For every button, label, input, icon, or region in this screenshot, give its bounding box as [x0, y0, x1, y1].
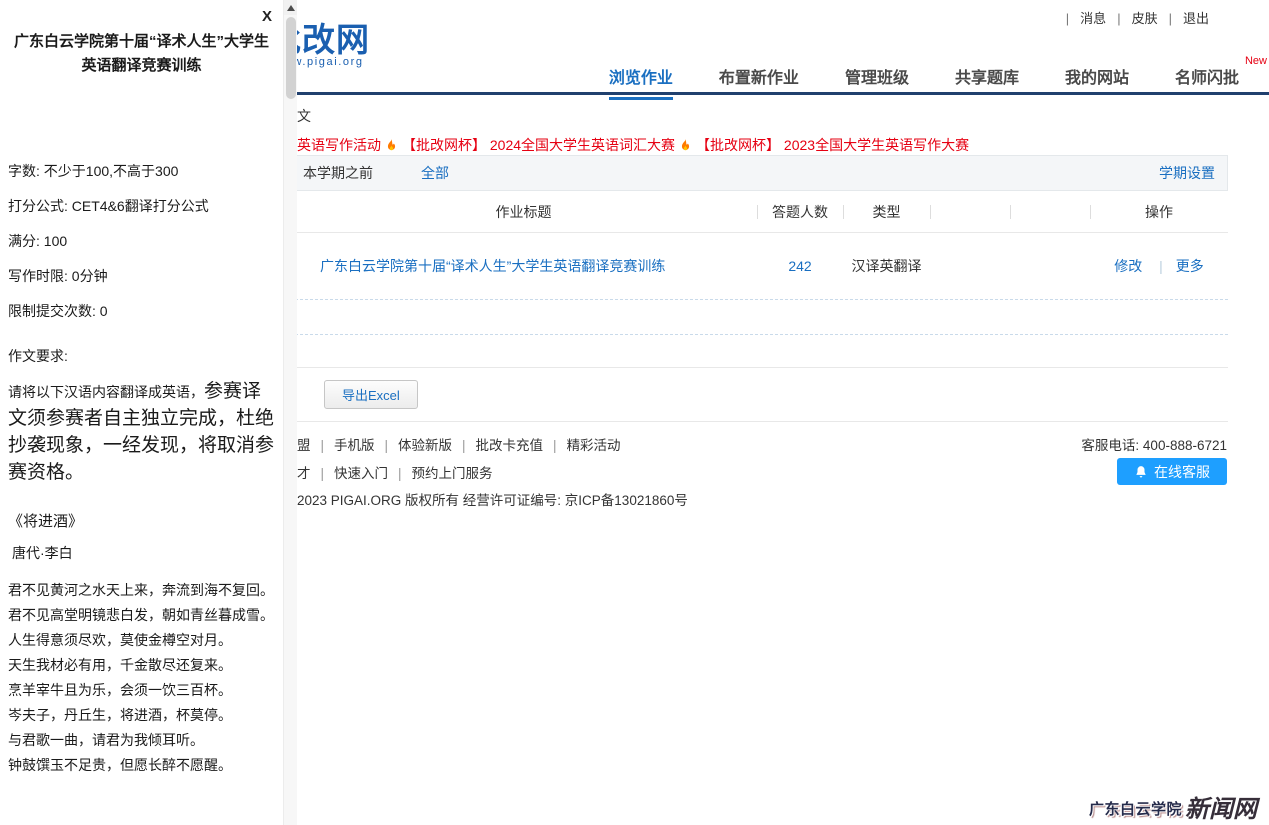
announcement-writing-activity[interactable]: 英语写作活动 [297, 135, 381, 155]
assignment-detail-overlay: X 广东白云学院第十届“译术人生”大学生英语翻译竞赛训练 字数: 不少于100,… [0, 0, 283, 825]
service-phone: 客服电话: 400-888-6721 [1081, 434, 1227, 454]
footer-links-row-1: 盟 手机版 体验新版 批改卡充值 精彩活动 [297, 434, 621, 454]
nav-teacher-flash-grading-label: 名师闪批 [1175, 70, 1239, 87]
header-assignment-title: 作业标题 [290, 191, 757, 232]
poem-line: 钟鼓馔玉不足贵，但愿长醉不愿醒。 [8, 754, 275, 777]
poem-body: 君不见黄河之水天上来，奔流到海不复回。 君不见高堂明镜悲白发，朝如青丝暮成雪。 … [8, 579, 275, 777]
poem-line: 岑夫子，丹丘生，将进酒，杯莫停。 [8, 704, 275, 727]
poem-line: 烹羊宰牛且为乐，会须一饮三百杯。 [8, 679, 275, 702]
flame-icon [679, 138, 692, 153]
footer-link-quick-start[interactable]: 快速入门 [311, 462, 389, 482]
announcement-bar: 英语写作活动 【批改网杯】 2024全国大学生英语词汇大赛 【批改网杯】 202… [297, 135, 969, 155]
poem-line: 天生我材必有用，千金散尽还复来。 [8, 654, 275, 677]
header-empty-2 [1010, 191, 1090, 232]
logout-link[interactable]: 退出 [1158, 8, 1209, 27]
assignment-list-panel: 本学期之前 全部 学期设置 作业标题 答题人数 类型 操作 广东白云学院第十届“… [290, 155, 1228, 422]
meta-time-limit: 写作时限: 0分钟 [8, 267, 275, 286]
edit-link[interactable]: 修改 [1114, 258, 1142, 274]
tab-all[interactable]: 全部 [421, 163, 449, 183]
requirement-normal-text: 请将以下汉语内容翻译成英语， [8, 384, 204, 400]
scroll-up-icon [287, 5, 295, 11]
assignment-type: 汉译英翻译 [843, 256, 930, 276]
header-type: 类型 [843, 191, 930, 232]
overlay-scrollbar[interactable] [283, 0, 297, 825]
online-service-button[interactable]: 在线客服 [1117, 458, 1227, 485]
scrollbar-thumb[interactable] [286, 17, 296, 99]
poem-line: 君不见高堂明镜悲白发，朝如青丝暮成雪。 [8, 604, 275, 627]
overlay-assignment-title: 广东白云学院第十届“译术人生”大学生英语翻译竞赛训练 [8, 30, 275, 78]
export-section: 导出Excel [290, 368, 1228, 422]
scroll-up-button[interactable] [284, 0, 297, 15]
assignment-title-link[interactable]: 广东白云学院第十届“译术人生”大学生英语翻译竞赛训练 [290, 256, 757, 276]
messages-link[interactable]: 消息 [1055, 8, 1106, 27]
table-header-row: 作业标题 答题人数 类型 操作 [290, 191, 1228, 233]
poem-author: 唐代·李白 [8, 544, 275, 563]
semester-settings-link[interactable]: 学期设置 [1159, 163, 1215, 183]
respondent-count-link[interactable]: 242 [757, 258, 843, 274]
semester-filter-bar: 本学期之前 全部 学期设置 [290, 155, 1228, 191]
header-respondents: 答题人数 [757, 191, 843, 232]
requirement-label: 作文要求: [8, 347, 275, 366]
announcement-vocab-contest-2024[interactable]: 【批改网杯】 2024全国大学生英语词汇大赛 [402, 135, 675, 155]
table-bottom-spacer [290, 335, 1228, 368]
poem-line: 君不见黄河之水天上来，奔流到海不复回。 [8, 579, 275, 602]
footer-link-mobile[interactable]: 手机版 [311, 434, 375, 454]
online-service-label: 在线客服 [1154, 462, 1210, 482]
watermark-school-name: 广东白云学院 [1089, 798, 1182, 819]
copyright-text: 2023 PIGAI.ORG 版权所有 经营许可证编号: 京ICP备130218… [297, 489, 688, 509]
footer-link-alliance[interactable]: 盟 [297, 434, 311, 454]
meta-full-score: 满分: 100 [8, 232, 275, 251]
header-empty-1 [930, 191, 1010, 232]
news-site-watermark: 广东白云学院 新闻网 [1089, 798, 1257, 819]
empty-table-row [290, 300, 1228, 335]
tab-before-this-semester[interactable]: 本学期之前 [303, 163, 373, 183]
breadcrumb: 文 [297, 106, 311, 126]
poem-title: 《将进酒》 [8, 512, 275, 532]
user-bar: 消息 皮肤 退出 [1055, 8, 1209, 27]
new-badge: New [1245, 55, 1267, 67]
footer-link-onsite-service[interactable]: 预约上门服务 [388, 462, 493, 482]
poem-line: 人生得意须尽欢，莫使金樽空对月。 [8, 629, 275, 652]
meta-scoring-formula: 打分公式: CET4&6翻译打分公式 [8, 197, 275, 216]
meta-word-count: 字数: 不少于100,不高于300 [8, 162, 275, 181]
announcement-writing-contest-2023[interactable]: 【批改网杯】 2023全国大学生英语写作大赛 [696, 135, 969, 155]
pigai-teacher-page: 消息 皮肤 退出 批改网 www.pigai.org 浏览作业 布置新作业 管理… [0, 0, 1269, 825]
watermark-news-label: 新闻网 [1185, 799, 1257, 819]
header-actions: 操作 [1090, 191, 1228, 232]
assignment-meta: 字数: 不少于100,不高于300 打分公式: CET4&6翻译打分公式 满分:… [8, 162, 275, 321]
footer-link-recharge[interactable]: 批改卡充值 [452, 434, 543, 454]
flame-icon [385, 138, 398, 153]
bell-icon [1134, 465, 1148, 479]
footer-link-activities[interactable]: 精彩活动 [543, 434, 621, 454]
footer-links-row-2: 才 快速入门 预约上门服务 [297, 462, 493, 482]
footer-link-talent[interactable]: 才 [297, 462, 311, 482]
table-row: 广东白云学院第十届“译术人生”大学生英语翻译竞赛训练 242 汉译英翻译 修改 … [290, 233, 1228, 300]
more-link[interactable]: 更多 [1146, 258, 1204, 274]
poem-line: 与君歌一曲，请君为我倾耳听。 [8, 729, 275, 752]
meta-submission-limit: 限制提交次数: 0 [8, 302, 275, 321]
close-icon[interactable]: X [262, 8, 272, 25]
footer-link-new-version[interactable]: 体验新版 [375, 434, 453, 454]
skin-link[interactable]: 皮肤 [1106, 8, 1157, 27]
requirement-text: 请将以下汉语内容翻译成英语，参赛译文须参赛者自主独立完成，杜绝抄袭现象，一经发现… [8, 378, 275, 486]
export-excel-button[interactable]: 导出Excel [324, 380, 418, 409]
row-actions: 修改 更多 [1090, 256, 1228, 276]
